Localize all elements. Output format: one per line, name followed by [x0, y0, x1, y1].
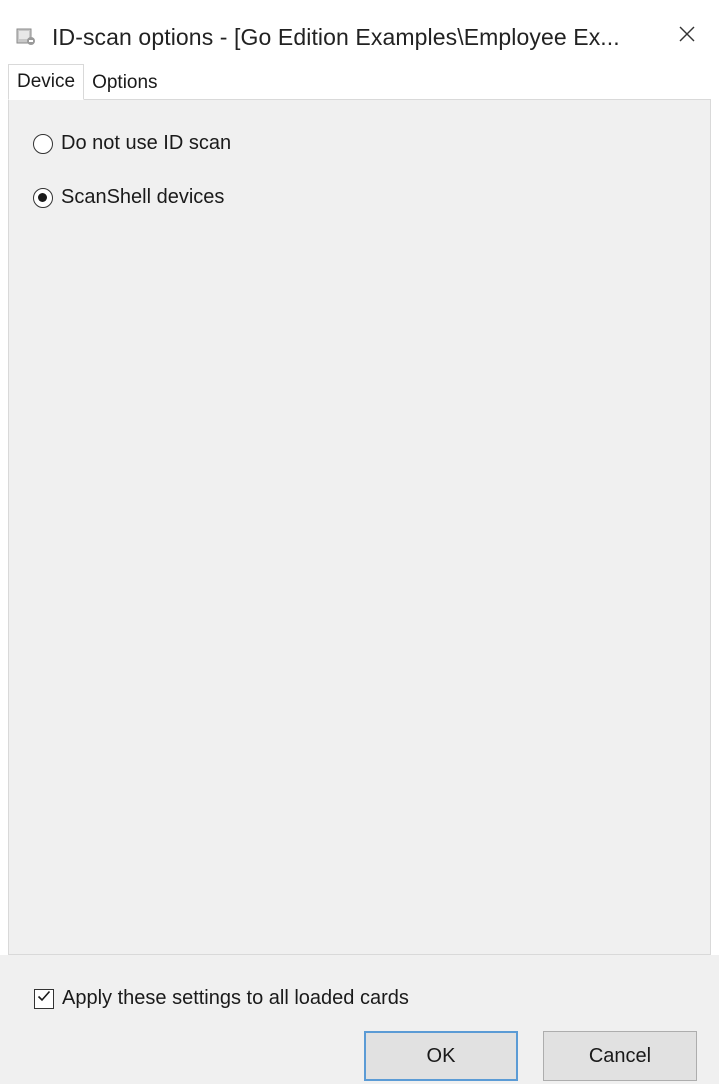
- id-scan-options-dialog: ID-scan options - [Go Edition Examples\E…: [0, 0, 719, 1084]
- apply-to-all-checkbox-row[interactable]: Apply these settings to all loaded cards: [34, 987, 409, 1010]
- apply-to-all-label: Apply these settings to all loaded cards: [62, 987, 409, 1009]
- cancel-button[interactable]: Cancel: [543, 1031, 697, 1081]
- tab-strip: Device Options: [8, 64, 166, 100]
- dialog-footer: Apply these settings to all loaded cards…: [0, 955, 719, 1084]
- tab-device[interactable]: Device: [8, 64, 85, 100]
- app-icon: [16, 27, 38, 47]
- close-button[interactable]: [667, 18, 707, 54]
- window-title: ID-scan options - [Go Edition Examples\E…: [52, 24, 620, 50]
- radio-button-selected[interactable]: [33, 187, 53, 208]
- tab-options[interactable]: Options: [84, 66, 166, 100]
- close-icon: [678, 25, 696, 48]
- title-bar[interactable]: ID-scan options - [Go Edition Examples\E…: [0, 0, 719, 64]
- radio-label: Do not use ID scan: [61, 132, 232, 154]
- radio-label: ScanShell devices: [61, 186, 225, 208]
- radio-button[interactable]: [33, 133, 53, 154]
- radio-do-not-use-id-scan[interactable]: Do not use ID scan: [33, 132, 231, 155]
- apply-to-all-checkbox[interactable]: [34, 988, 54, 1009]
- check-icon: [36, 988, 52, 1009]
- ok-button[interactable]: OK: [364, 1031, 518, 1081]
- radio-scanshell-devices[interactable]: ScanShell devices: [33, 186, 224, 209]
- device-tab-panel: Do not use ID scan ScanShell devices: [8, 99, 711, 955]
